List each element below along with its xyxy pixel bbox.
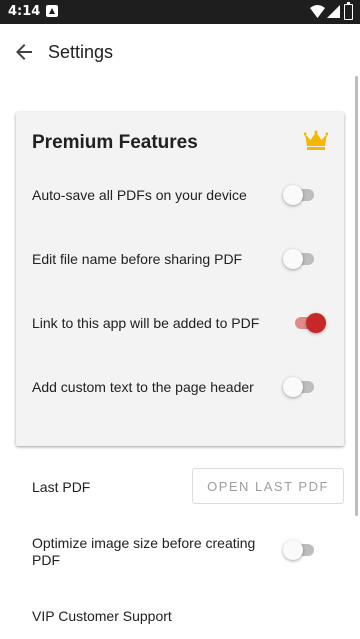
crown-icon — [304, 130, 328, 150]
signal-icon — [327, 5, 340, 18]
auto-save-toggle[interactable] — [283, 185, 317, 205]
open-last-pdf-button[interactable]: OPEN LAST PDF — [192, 468, 344, 504]
custom-header-text-label: Add custom text to the page header — [32, 379, 254, 395]
auto-save-label: Auto-save all PDFs on your device — [32, 187, 247, 203]
optimize-image-label: Optimize image size before creating PDF — [32, 535, 256, 568]
page-title: Settings — [48, 42, 114, 62]
app-link-label: Link to this app will be added to PDF — [32, 315, 260, 331]
status-bar: 4:14 — [0, 0, 360, 24]
app-bar: Settings — [0, 24, 360, 80]
battery-icon — [344, 2, 353, 20]
scrollbar[interactable] — [355, 76, 358, 516]
back-arrow-icon[interactable] — [12, 40, 36, 64]
status-time: 4:14 — [8, 4, 41, 19]
custom-header-text-toggle[interactable] — [283, 377, 317, 397]
edit-filename-toggle[interactable] — [283, 249, 317, 269]
optimize-image-toggle[interactable] — [283, 540, 317, 560]
app-link-toggle[interactable] — [292, 313, 326, 333]
premium-features-title: Premium Features — [32, 132, 198, 153]
wifi-icon — [310, 5, 325, 18]
notification-icon — [46, 5, 58, 17]
vip-support-label[interactable]: VIP Customer Support — [32, 608, 172, 625]
last-pdf-label: Last PDF — [32, 479, 91, 495]
premium-features-card: Premium Features Auto-save all PDFs on y… — [16, 112, 344, 446]
edit-filename-label: Edit file name before sharing PDF — [32, 251, 243, 267]
